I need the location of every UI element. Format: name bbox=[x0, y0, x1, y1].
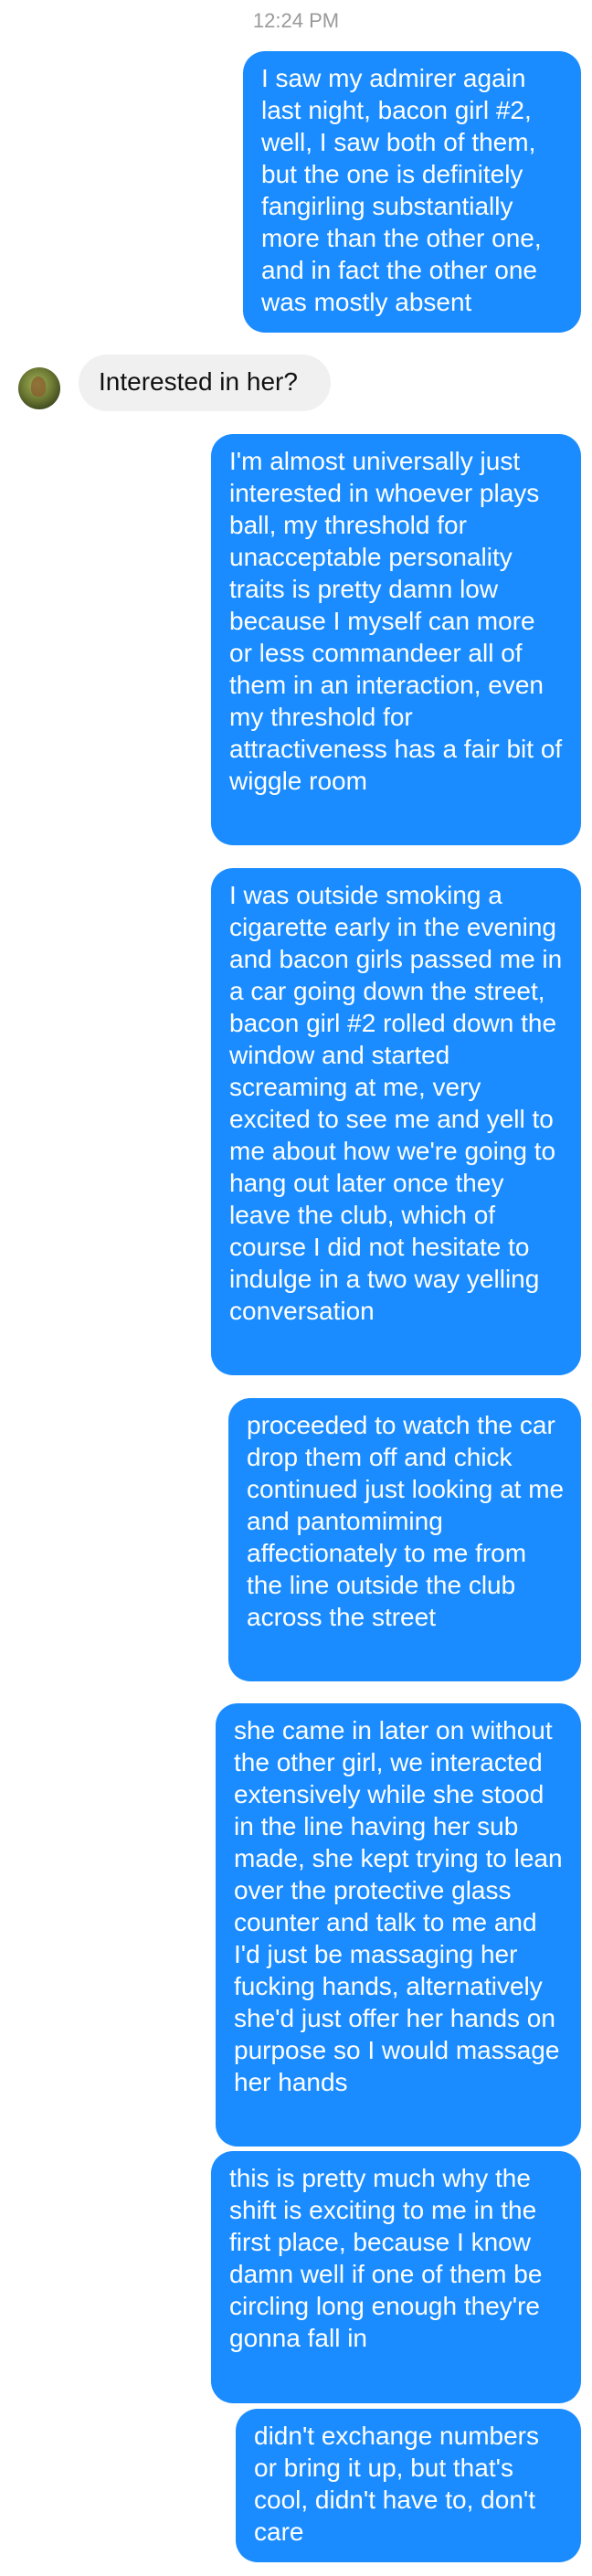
message-bubble-outgoing[interactable]: proceeded to watch the car drop them off… bbox=[228, 1398, 581, 1681]
message-bubble-incoming[interactable]: Interested in her? bbox=[79, 355, 331, 411]
message-bubble-outgoing[interactable]: I saw my admirer again last night, bacon… bbox=[243, 51, 581, 333]
message-bubble-outgoing[interactable]: this is pretty much why the shift is exc… bbox=[211, 2151, 581, 2403]
message-bubble-outgoing[interactable]: I'm almost universally just interested i… bbox=[211, 434, 581, 845]
message-bubble-outgoing[interactable]: she came in later on without the other g… bbox=[216, 1703, 581, 2147]
contact-avatar[interactable] bbox=[18, 367, 60, 409]
message-bubble-outgoing[interactable]: didn't exchange numbers or bring it up, … bbox=[236, 2409, 581, 2562]
timestamp: 12:24 PM bbox=[252, 9, 340, 32]
message-bubble-outgoing[interactable]: I was outside smoking a cigarette early … bbox=[211, 868, 581, 1375]
